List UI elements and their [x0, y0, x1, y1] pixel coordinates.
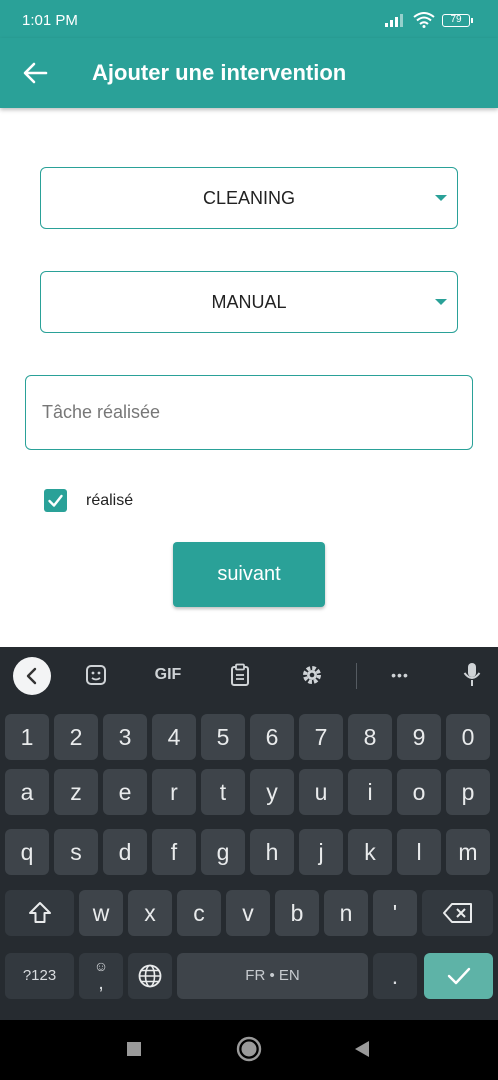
- key-a[interactable]: a: [5, 769, 49, 815]
- key-z[interactable]: z: [54, 769, 98, 815]
- key-c[interactable]: c: [177, 890, 221, 936]
- key-n[interactable]: n: [324, 890, 368, 936]
- key-0[interactable]: 0: [446, 714, 490, 760]
- sticker-icon[interactable]: [78, 657, 114, 693]
- wifi-icon: [413, 12, 435, 28]
- collapse-icon[interactable]: [13, 657, 51, 695]
- back-arrow-icon[interactable]: [22, 61, 48, 85]
- key-o[interactable]: o: [397, 769, 441, 815]
- key-j[interactable]: j: [299, 829, 343, 875]
- back-nav-icon[interactable]: [354, 1040, 370, 1058]
- key-p[interactable]: p: [446, 769, 490, 815]
- key-3[interactable]: 3: [103, 714, 147, 760]
- key-5[interactable]: 5: [201, 714, 245, 760]
- keyboard-toolbar: GIF •••: [0, 647, 498, 703]
- key-2[interactable]: 2: [54, 714, 98, 760]
- done-label: réalisé: [86, 492, 134, 509]
- clipboard-icon[interactable]: [222, 657, 258, 693]
- key-apostrophe[interactable]: ': [373, 890, 417, 936]
- key-s[interactable]: s: [54, 829, 98, 875]
- language-key[interactable]: [128, 953, 172, 999]
- key-6[interactable]: 6: [250, 714, 294, 760]
- status-time: 1:01 PM: [22, 12, 78, 29]
- task-field-container: [25, 375, 473, 450]
- home-icon[interactable]: [236, 1036, 262, 1062]
- shift-key[interactable]: [5, 890, 74, 936]
- key-b[interactable]: b: [275, 890, 319, 936]
- key-8[interactable]: 8: [348, 714, 392, 760]
- next-button[interactable]: suivant: [173, 542, 325, 607]
- dropdown-caret-icon: [435, 299, 447, 305]
- page-title: Ajouter une intervention: [92, 60, 347, 85]
- task-input[interactable]: [40, 396, 454, 428]
- check-icon: [48, 494, 63, 507]
- comma-label: ,: [98, 972, 104, 994]
- globe-icon: [138, 964, 162, 988]
- gear-icon[interactable]: [294, 657, 330, 693]
- backspace-key[interactable]: [422, 890, 493, 936]
- backspace-icon: [442, 903, 472, 923]
- dropdown-caret-icon: [435, 195, 447, 201]
- shift-icon: [28, 902, 51, 923]
- key-q[interactable]: q: [5, 829, 49, 875]
- key-t[interactable]: t: [201, 769, 245, 815]
- more-icon[interactable]: •••: [382, 657, 418, 693]
- symbols-key[interactable]: ?123: [5, 953, 74, 999]
- app-bar: Ajouter une intervention: [0, 38, 498, 108]
- emoji-comma-key[interactable]: ☺ ,: [79, 953, 123, 999]
- key-v[interactable]: v: [226, 890, 270, 936]
- type-dropdown-value: CLEANING: [202, 188, 296, 208]
- key-m[interactable]: m: [446, 829, 490, 875]
- mic-icon[interactable]: [454, 657, 490, 693]
- key-h[interactable]: h: [250, 829, 294, 875]
- key-7[interactable]: 7: [299, 714, 343, 760]
- type-dropdown[interactable]: CLEANING: [40, 167, 458, 229]
- battery-icon: 79: [442, 14, 473, 27]
- key-r[interactable]: r: [152, 769, 196, 815]
- key-d[interactable]: d: [103, 829, 147, 875]
- soft-keyboard: GIF ••• 1 2 3 4 5 6 7 8 9 0 a z e r t y …: [0, 647, 498, 1020]
- check-icon: [447, 967, 470, 985]
- recents-icon[interactable]: [126, 1041, 142, 1057]
- key-g[interactable]: g: [201, 829, 245, 875]
- period-key[interactable]: .: [373, 953, 417, 999]
- key-k[interactable]: k: [348, 829, 392, 875]
- key-e[interactable]: e: [103, 769, 147, 815]
- mode-dropdown-value: MANUAL: [211, 292, 287, 312]
- key-l[interactable]: l: [397, 829, 441, 875]
- key-u[interactable]: u: [299, 769, 343, 815]
- key-4[interactable]: 4: [152, 714, 196, 760]
- key-w[interactable]: w: [79, 890, 123, 936]
- key-x[interactable]: x: [128, 890, 172, 936]
- system-nav-bar: [0, 1020, 498, 1080]
- space-key[interactable]: FR • EN: [177, 953, 368, 999]
- mode-dropdown[interactable]: MANUAL: [40, 271, 458, 333]
- status-bar: 1:01 PM 79: [0, 0, 498, 38]
- enter-key[interactable]: [424, 953, 493, 999]
- key-f[interactable]: f: [152, 829, 196, 875]
- gif-button[interactable]: GIF: [150, 657, 186, 693]
- key-9[interactable]: 9: [397, 714, 441, 760]
- signal-icon: [385, 14, 403, 27]
- toolbar-divider: [356, 663, 357, 689]
- done-checkbox[interactable]: [44, 489, 67, 512]
- key-1[interactable]: 1: [5, 714, 49, 760]
- key-i[interactable]: i: [348, 769, 392, 815]
- key-y[interactable]: y: [250, 769, 294, 815]
